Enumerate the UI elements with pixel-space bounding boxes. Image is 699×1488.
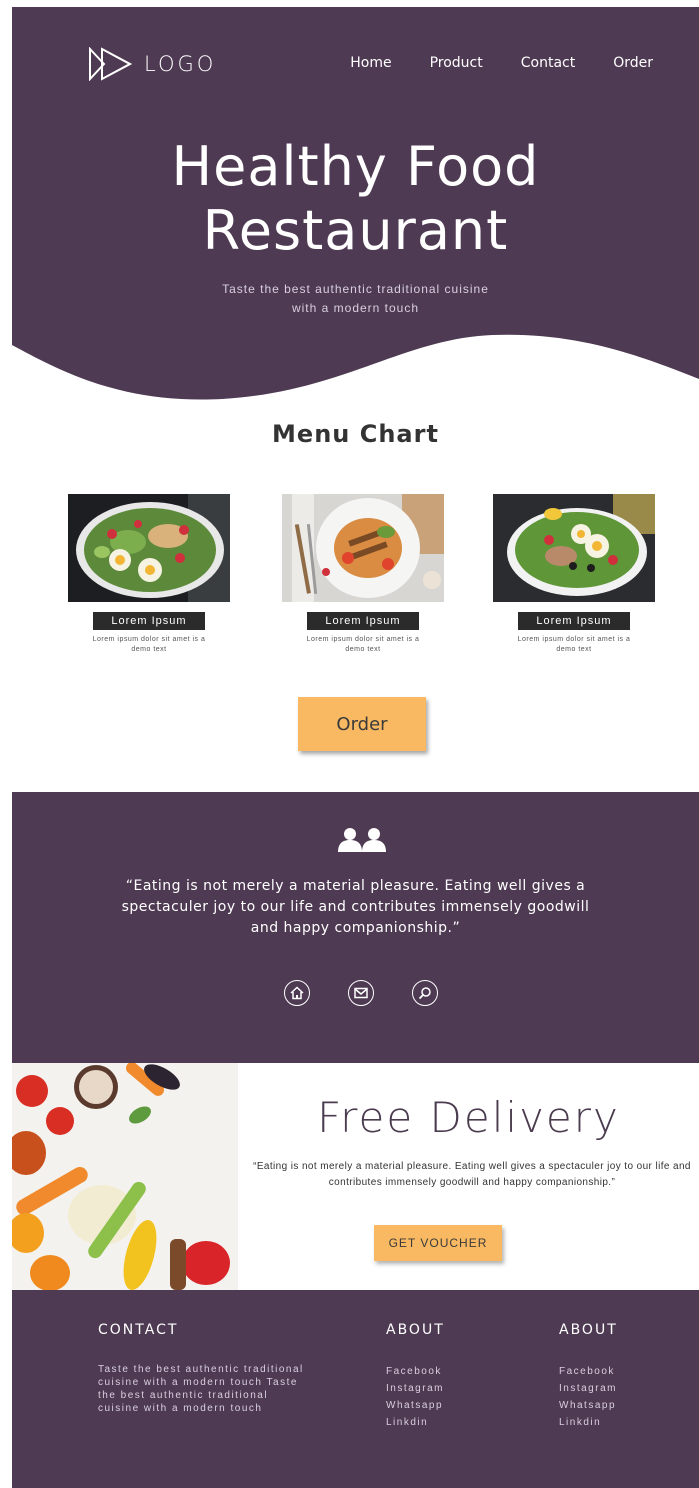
footer-link-instagram[interactable]: Instagram xyxy=(559,1380,617,1397)
main-nav: Home Product Contact Order xyxy=(312,55,653,71)
order-button[interactable]: Order xyxy=(298,697,426,751)
search-icon[interactable] xyxy=(412,980,438,1006)
footer-about-title: ABOUT xyxy=(386,1322,445,1338)
hero-section: LOGO Home Product Contact Order Healthy … xyxy=(12,7,699,407)
nav-contact[interactable]: Contact xyxy=(521,55,575,71)
hero-subtitle-line1: Taste the best authentic traditional cui… xyxy=(222,282,489,296)
card-label: Lorem Ipsum xyxy=(307,612,419,630)
nav-home[interactable]: Home xyxy=(350,55,391,71)
hero-title-line1: Healthy Food xyxy=(171,135,540,198)
page-frame: LOGO Home Product Contact Order Healthy … xyxy=(12,7,699,1488)
footer-contact-title: CONTACT xyxy=(98,1322,179,1338)
footer-about-links-2: Facebook Instagram Whatsapp Linkdin xyxy=(559,1363,617,1431)
delivery-title: Free Delivery xyxy=(317,1093,620,1142)
hero-title: Healthy Food Restaurant xyxy=(12,135,699,263)
hero-subtitle: Taste the best authentic traditional cui… xyxy=(12,280,699,318)
food-image-grilled-chicken xyxy=(282,494,444,602)
card-desc: Lorem ipsum dolor sit amet is a demo tex… xyxy=(92,636,206,653)
nav-order[interactable]: Order xyxy=(613,55,653,71)
menu-title: Menu Chart xyxy=(272,420,439,448)
delivery-section: Free Delivery “Eating is not merely a ma… xyxy=(12,1063,699,1290)
card-label: Lorem Ipsum xyxy=(518,612,630,630)
vegetables-image xyxy=(12,1063,238,1290)
logo-icon xyxy=(89,47,132,81)
card-desc: Lorem ipsum dolor sit amet is a demo tex… xyxy=(306,636,420,653)
footer-contact-text: Taste the best authentic traditional cui… xyxy=(98,1364,304,1414)
footer-link-facebook[interactable]: Facebook xyxy=(559,1363,617,1380)
logo[interactable]: LOGO xyxy=(88,47,216,81)
footer-link-linkdin[interactable]: Linkdin xyxy=(559,1414,617,1431)
footer: CONTACT Taste the best authentic traditi… xyxy=(12,1290,699,1488)
delivery-text: “Eating is not merely a material pleasur… xyxy=(253,1161,691,1188)
menu-card[interactable]: Lorem Ipsum Lorem ipsum dolor sit amet i… xyxy=(282,494,444,655)
quote-section: “Eating is not merely a material pleasur… xyxy=(12,792,699,1063)
hero-subtitle-line2: with a modern touch xyxy=(291,301,420,315)
footer-link-whatsapp[interactable]: Whatsapp xyxy=(386,1397,444,1414)
footer-about-title-2: ABOUT xyxy=(559,1322,618,1338)
card-desc: Lorem ipsum dolor sit amet is a demo tex… xyxy=(517,636,631,653)
footer-link-linkdin[interactable]: Linkdin xyxy=(386,1414,444,1431)
footer-link-whatsapp[interactable]: Whatsapp xyxy=(559,1397,617,1414)
home-icon[interactable] xyxy=(284,980,310,1006)
hero-title-line2: Restaurant xyxy=(202,199,509,262)
people-icon xyxy=(338,828,386,852)
get-voucher-button[interactable]: GET VOUCHER xyxy=(374,1225,502,1261)
menu-card[interactable]: Lorem Ipsum Lorem ipsum dolor sit amet i… xyxy=(68,494,230,655)
quote-text: “Eating is not merely a material pleasur… xyxy=(121,878,590,936)
menu-card[interactable]: Lorem Ipsum Lorem ipsum dolor sit amet i… xyxy=(493,494,655,655)
logo-text: LOGO xyxy=(144,52,217,76)
card-label: Lorem Ipsum xyxy=(93,612,205,630)
mail-icon[interactable] xyxy=(348,980,374,1006)
food-image-tuna-salad xyxy=(493,494,655,602)
footer-link-instagram[interactable]: Instagram xyxy=(386,1380,444,1397)
footer-about-links: Facebook Instagram Whatsapp Linkdin xyxy=(386,1363,444,1431)
footer-link-facebook[interactable]: Facebook xyxy=(386,1363,444,1380)
food-image-salad-egg xyxy=(68,494,230,602)
nav-product[interactable]: Product xyxy=(430,55,483,71)
social-icons xyxy=(284,980,438,1006)
